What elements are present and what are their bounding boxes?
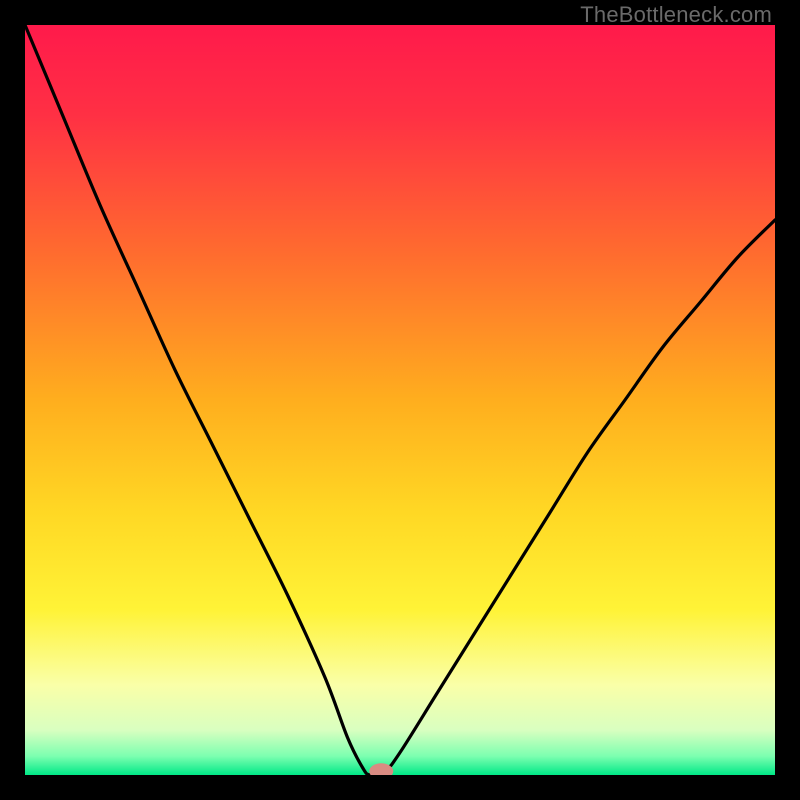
plot-svg: [25, 25, 775, 775]
plot-background: [25, 25, 775, 775]
chart-container: TheBottleneck.com: [0, 0, 800, 800]
